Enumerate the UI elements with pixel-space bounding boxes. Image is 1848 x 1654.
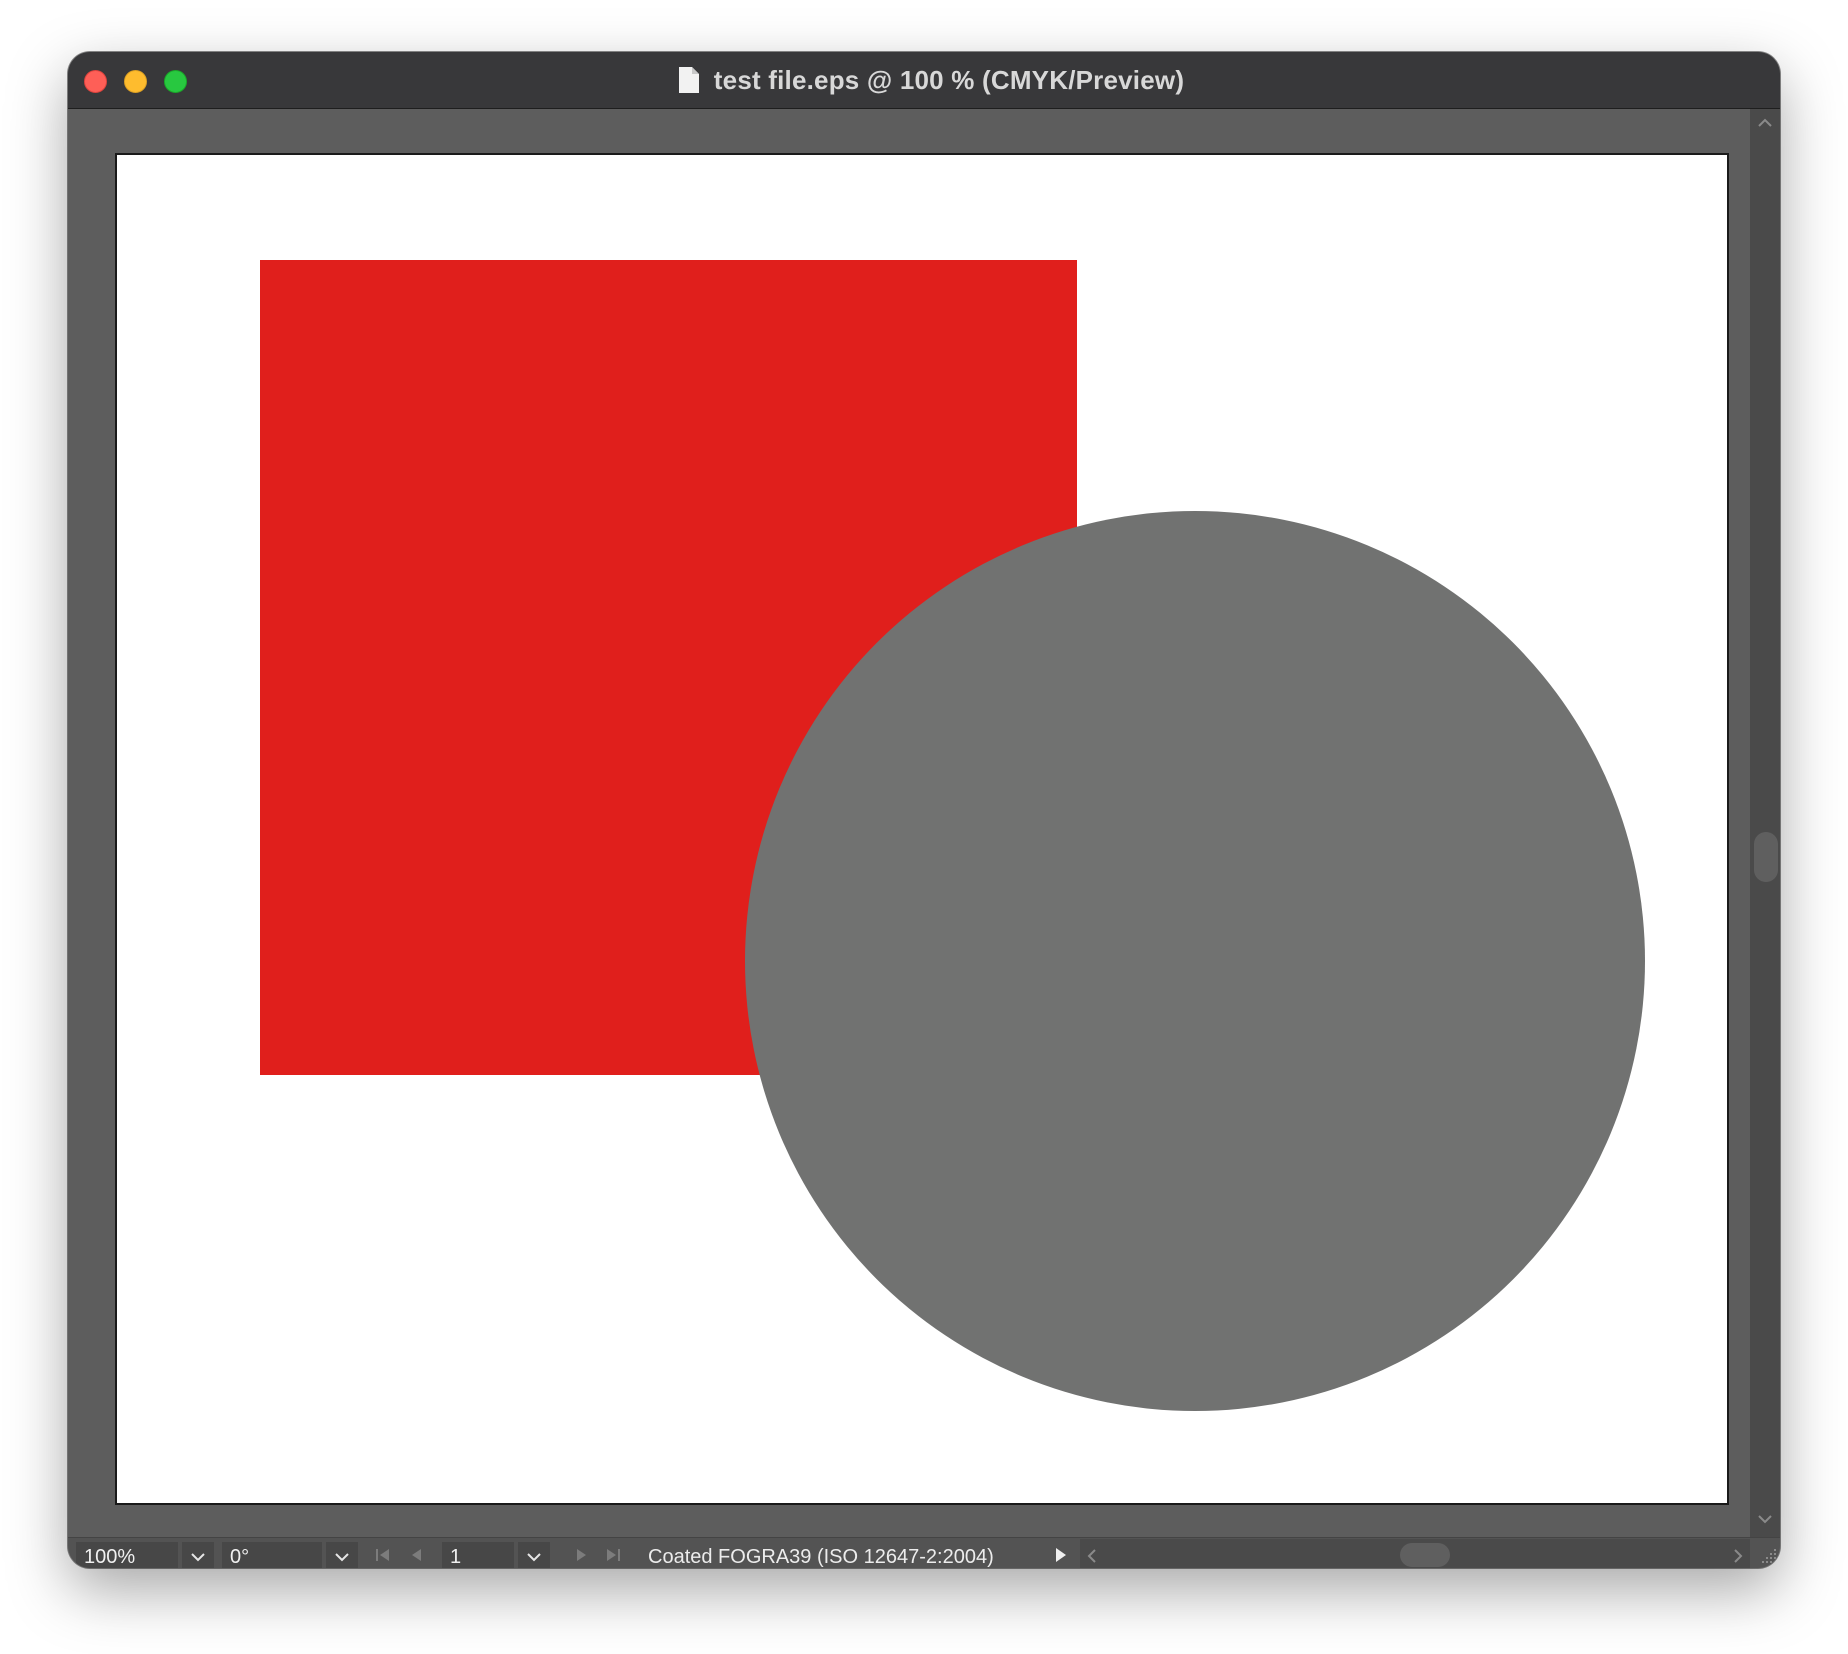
scroll-left-icon[interactable] bbox=[1086, 1548, 1098, 1564]
page-dropdown-button[interactable] bbox=[518, 1542, 550, 1568]
gray-circle-shape[interactable] bbox=[745, 511, 1645, 1411]
next-page-icon[interactable] bbox=[572, 1547, 590, 1563]
document-icon bbox=[678, 67, 699, 93]
title-bar[interactable]: test file.eps @ 100 % (CMYK/Preview) bbox=[68, 52, 1780, 109]
vertical-scroll-thumb[interactable] bbox=[1754, 832, 1778, 882]
window-title: test file.eps @ 100 % (CMYK/Preview) bbox=[68, 52, 1780, 108]
document-canvas[interactable] bbox=[68, 109, 1750, 1537]
rotation-dropdown-button[interactable] bbox=[326, 1542, 358, 1568]
scroll-up-icon[interactable] bbox=[1757, 117, 1773, 129]
zoom-field[interactable]: 100% bbox=[76, 1542, 178, 1568]
chevron-down-icon bbox=[335, 1553, 349, 1562]
status-menu-arrow-icon[interactable] bbox=[1054, 1546, 1068, 1564]
artboard[interactable] bbox=[115, 153, 1729, 1505]
chevron-down-icon bbox=[527, 1553, 541, 1562]
scroll-down-icon[interactable] bbox=[1757, 1513, 1773, 1525]
page-number-field[interactable]: 1 bbox=[442, 1542, 514, 1568]
zoom-dropdown-button[interactable] bbox=[182, 1542, 214, 1568]
chevron-down-icon bbox=[191, 1553, 205, 1562]
window-title-text: test file.eps @ 100 % (CMYK/Preview) bbox=[713, 64, 1185, 95]
app-window: test file.eps @ 100 % (CMYK/Preview) 100… bbox=[68, 52, 1780, 1568]
horizontal-scrollbar[interactable] bbox=[1080, 1539, 1750, 1568]
color-profile-label: Coated FOGRA39 (ISO 12647-2:2004) bbox=[648, 1546, 994, 1568]
first-page-icon[interactable] bbox=[374, 1547, 392, 1563]
scroll-right-icon[interactable] bbox=[1732, 1548, 1744, 1564]
status-bar: 100% 0° 1 Coated FOGRA39 (ISO 12647-2:20… bbox=[68, 1537, 1780, 1568]
previous-page-icon[interactable] bbox=[408, 1547, 426, 1563]
horizontal-scroll-thumb[interactable] bbox=[1400, 1543, 1450, 1567]
vertical-scrollbar[interactable] bbox=[1750, 109, 1780, 1537]
rotation-field[interactable]: 0° bbox=[222, 1542, 322, 1568]
last-page-icon[interactable] bbox=[604, 1547, 622, 1563]
artwork bbox=[260, 260, 1645, 1411]
resize-grip-icon[interactable] bbox=[1756, 1545, 1778, 1567]
